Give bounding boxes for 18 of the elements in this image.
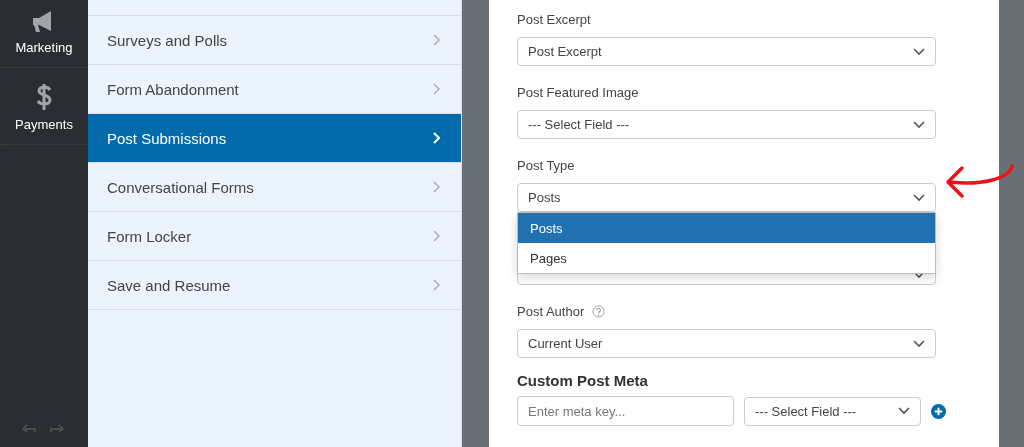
meta-key-field[interactable]: Enter meta key... xyxy=(517,396,734,426)
settings-menu-item[interactable]: Save and Resume xyxy=(88,261,461,310)
field-label: Post Author xyxy=(517,303,585,319)
field-label: Post Featured Image xyxy=(517,84,639,100)
select-field[interactable]: --- Select Field --- xyxy=(744,396,921,426)
section-heading: Custom Post Meta xyxy=(517,372,649,389)
select-field[interactable]: Post Excerpt xyxy=(517,37,936,66)
select-field[interactable]: Current User xyxy=(517,329,936,358)
field-label: Post Type xyxy=(517,157,575,173)
dropdown-option[interactable]: Posts xyxy=(518,213,935,243)
settings-menu-item[interactable]: Conversational Forms xyxy=(88,163,461,212)
select-field[interactable]: --- Select Field --- xyxy=(517,110,936,139)
settings-menu-item[interactable]: Surveys and Polls xyxy=(88,16,461,65)
dropdown-option[interactable]: Pages xyxy=(518,243,935,273)
select-field[interactable]: Posts xyxy=(517,183,936,212)
field-label: Post Excerpt xyxy=(517,11,591,27)
settings-menu-item[interactable]: Form Locker xyxy=(88,212,461,261)
settings-menu-item[interactable]: Post Submissions xyxy=(88,114,461,163)
